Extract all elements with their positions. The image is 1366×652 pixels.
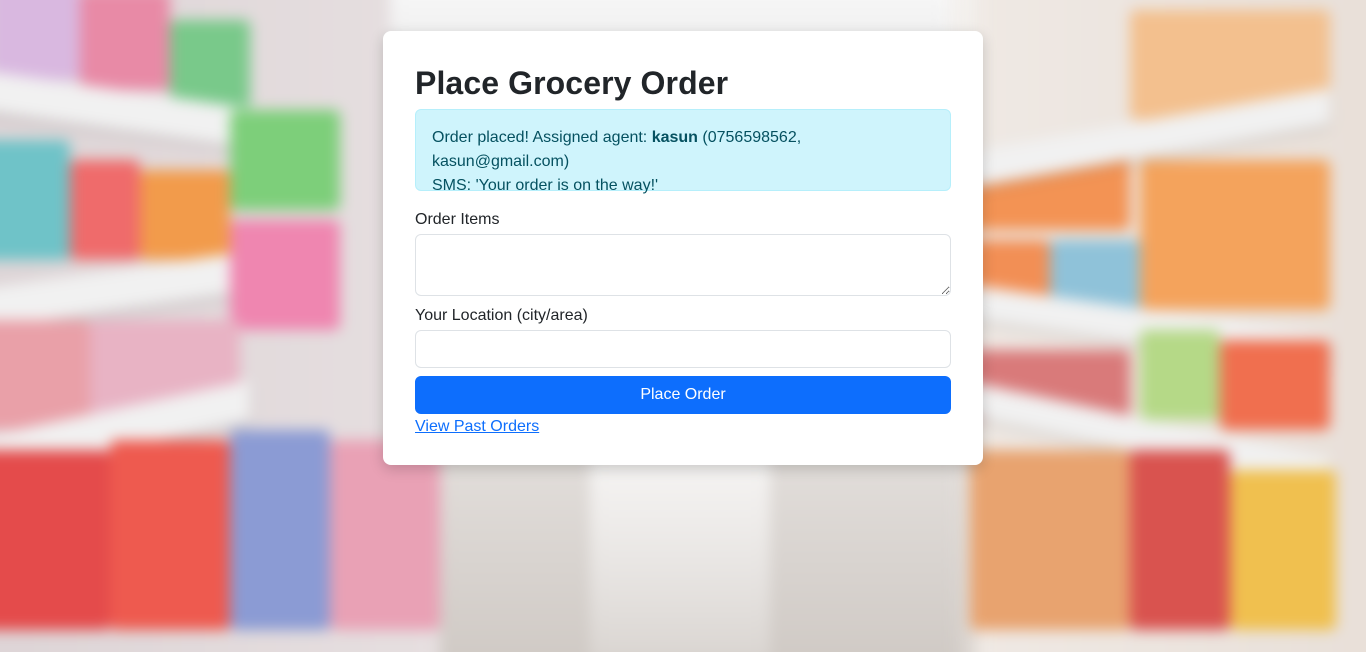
order-items-label: Order Items bbox=[415, 211, 500, 228]
agent-name: kasun bbox=[651, 129, 698, 146]
location-input[interactable] bbox=[415, 330, 951, 368]
alert-prefix: Order placed! Assigned agent: bbox=[432, 129, 652, 146]
order-items-textarea[interactable] bbox=[415, 234, 951, 296]
place-order-button[interactable]: Place Order bbox=[415, 376, 951, 414]
order-card: Place Grocery Order Order placed! Assign… bbox=[383, 31, 983, 465]
alert-agent-line: Order placed! Assigned agent: kasun (075… bbox=[432, 126, 934, 174]
view-past-orders-link[interactable]: View Past Orders bbox=[415, 417, 539, 437]
alert-sms-line: SMS: 'Your order is on the way!' bbox=[432, 177, 659, 194]
location-label: Your Location (city/area) bbox=[415, 307, 588, 324]
order-confirmation-alert: Order placed! Assigned agent: kasun (075… bbox=[415, 109, 951, 194]
page-title: Place Grocery Order bbox=[415, 65, 729, 101]
